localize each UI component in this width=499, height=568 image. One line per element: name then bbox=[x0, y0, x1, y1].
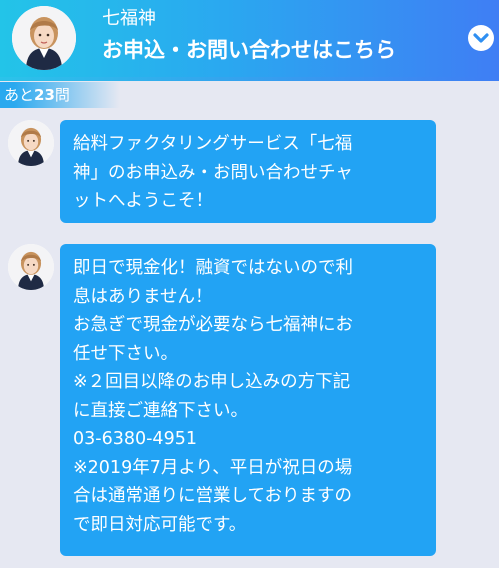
message-line: に直接ご連絡下さい。 bbox=[73, 400, 248, 421]
remaining-questions-indicator: あと23問 bbox=[0, 82, 124, 108]
message-line: 即日で現金化！融資ではないので利 bbox=[73, 258, 353, 278]
message-line: 任せ下さい。 bbox=[73, 343, 178, 364]
message-avatar bbox=[8, 244, 54, 290]
chat-message-bubble: 即日で現金化！融資ではないので利 息はありません！ お急ぎで現金が必要なら七福神… bbox=[60, 244, 436, 556]
message-line: で即日対応可能です。 bbox=[73, 514, 247, 535]
avatar-portrait-icon bbox=[8, 120, 54, 166]
remaining-prefix: あと bbox=[4, 86, 35, 104]
message-line: 合は通常通りに営業しておりますの bbox=[73, 486, 352, 506]
avatar-portrait-icon bbox=[12, 6, 76, 70]
header-accent-strip bbox=[0, 77, 499, 81]
chevron-down-icon bbox=[473, 33, 489, 43]
operator-avatar bbox=[12, 6, 76, 70]
collapse-toggle-button[interactable] bbox=[468, 25, 494, 51]
message-avatar bbox=[8, 120, 54, 166]
remaining-suffix: 問 bbox=[54, 86, 70, 104]
message-line: ※2019年7月より、平日が祝日の場 bbox=[73, 457, 353, 478]
header-title: お申込・お問い合わせはこちら bbox=[102, 38, 396, 62]
avatar-portrait-icon bbox=[8, 244, 54, 290]
shop-name: 七福神 bbox=[102, 8, 156, 29]
message-line: 神」のお申込み・お問い合わせチャ bbox=[73, 162, 353, 183]
chat-message-bubble: 給料ファクタリングサービス「七福 神」のお申込み・お問い合わせチャ ットへようこ… bbox=[60, 120, 436, 223]
message-line: ※２回目以降のお申し込みの方下記 bbox=[73, 372, 351, 392]
phone-number[interactable]: 03-6380-4951 bbox=[73, 425, 426, 454]
message-line: 息はありません！ bbox=[73, 286, 213, 307]
message-line: ットへようこそ！ bbox=[73, 191, 213, 211]
chat-header: 七福神 お申込・お問い合わせはこちら bbox=[0, 0, 499, 77]
remaining-count: 23 bbox=[34, 86, 55, 104]
message-line: お急ぎで現金が必要なら七福神にお bbox=[73, 315, 353, 335]
message-line: 給料ファクタリングサービス「七福 bbox=[73, 134, 353, 154]
